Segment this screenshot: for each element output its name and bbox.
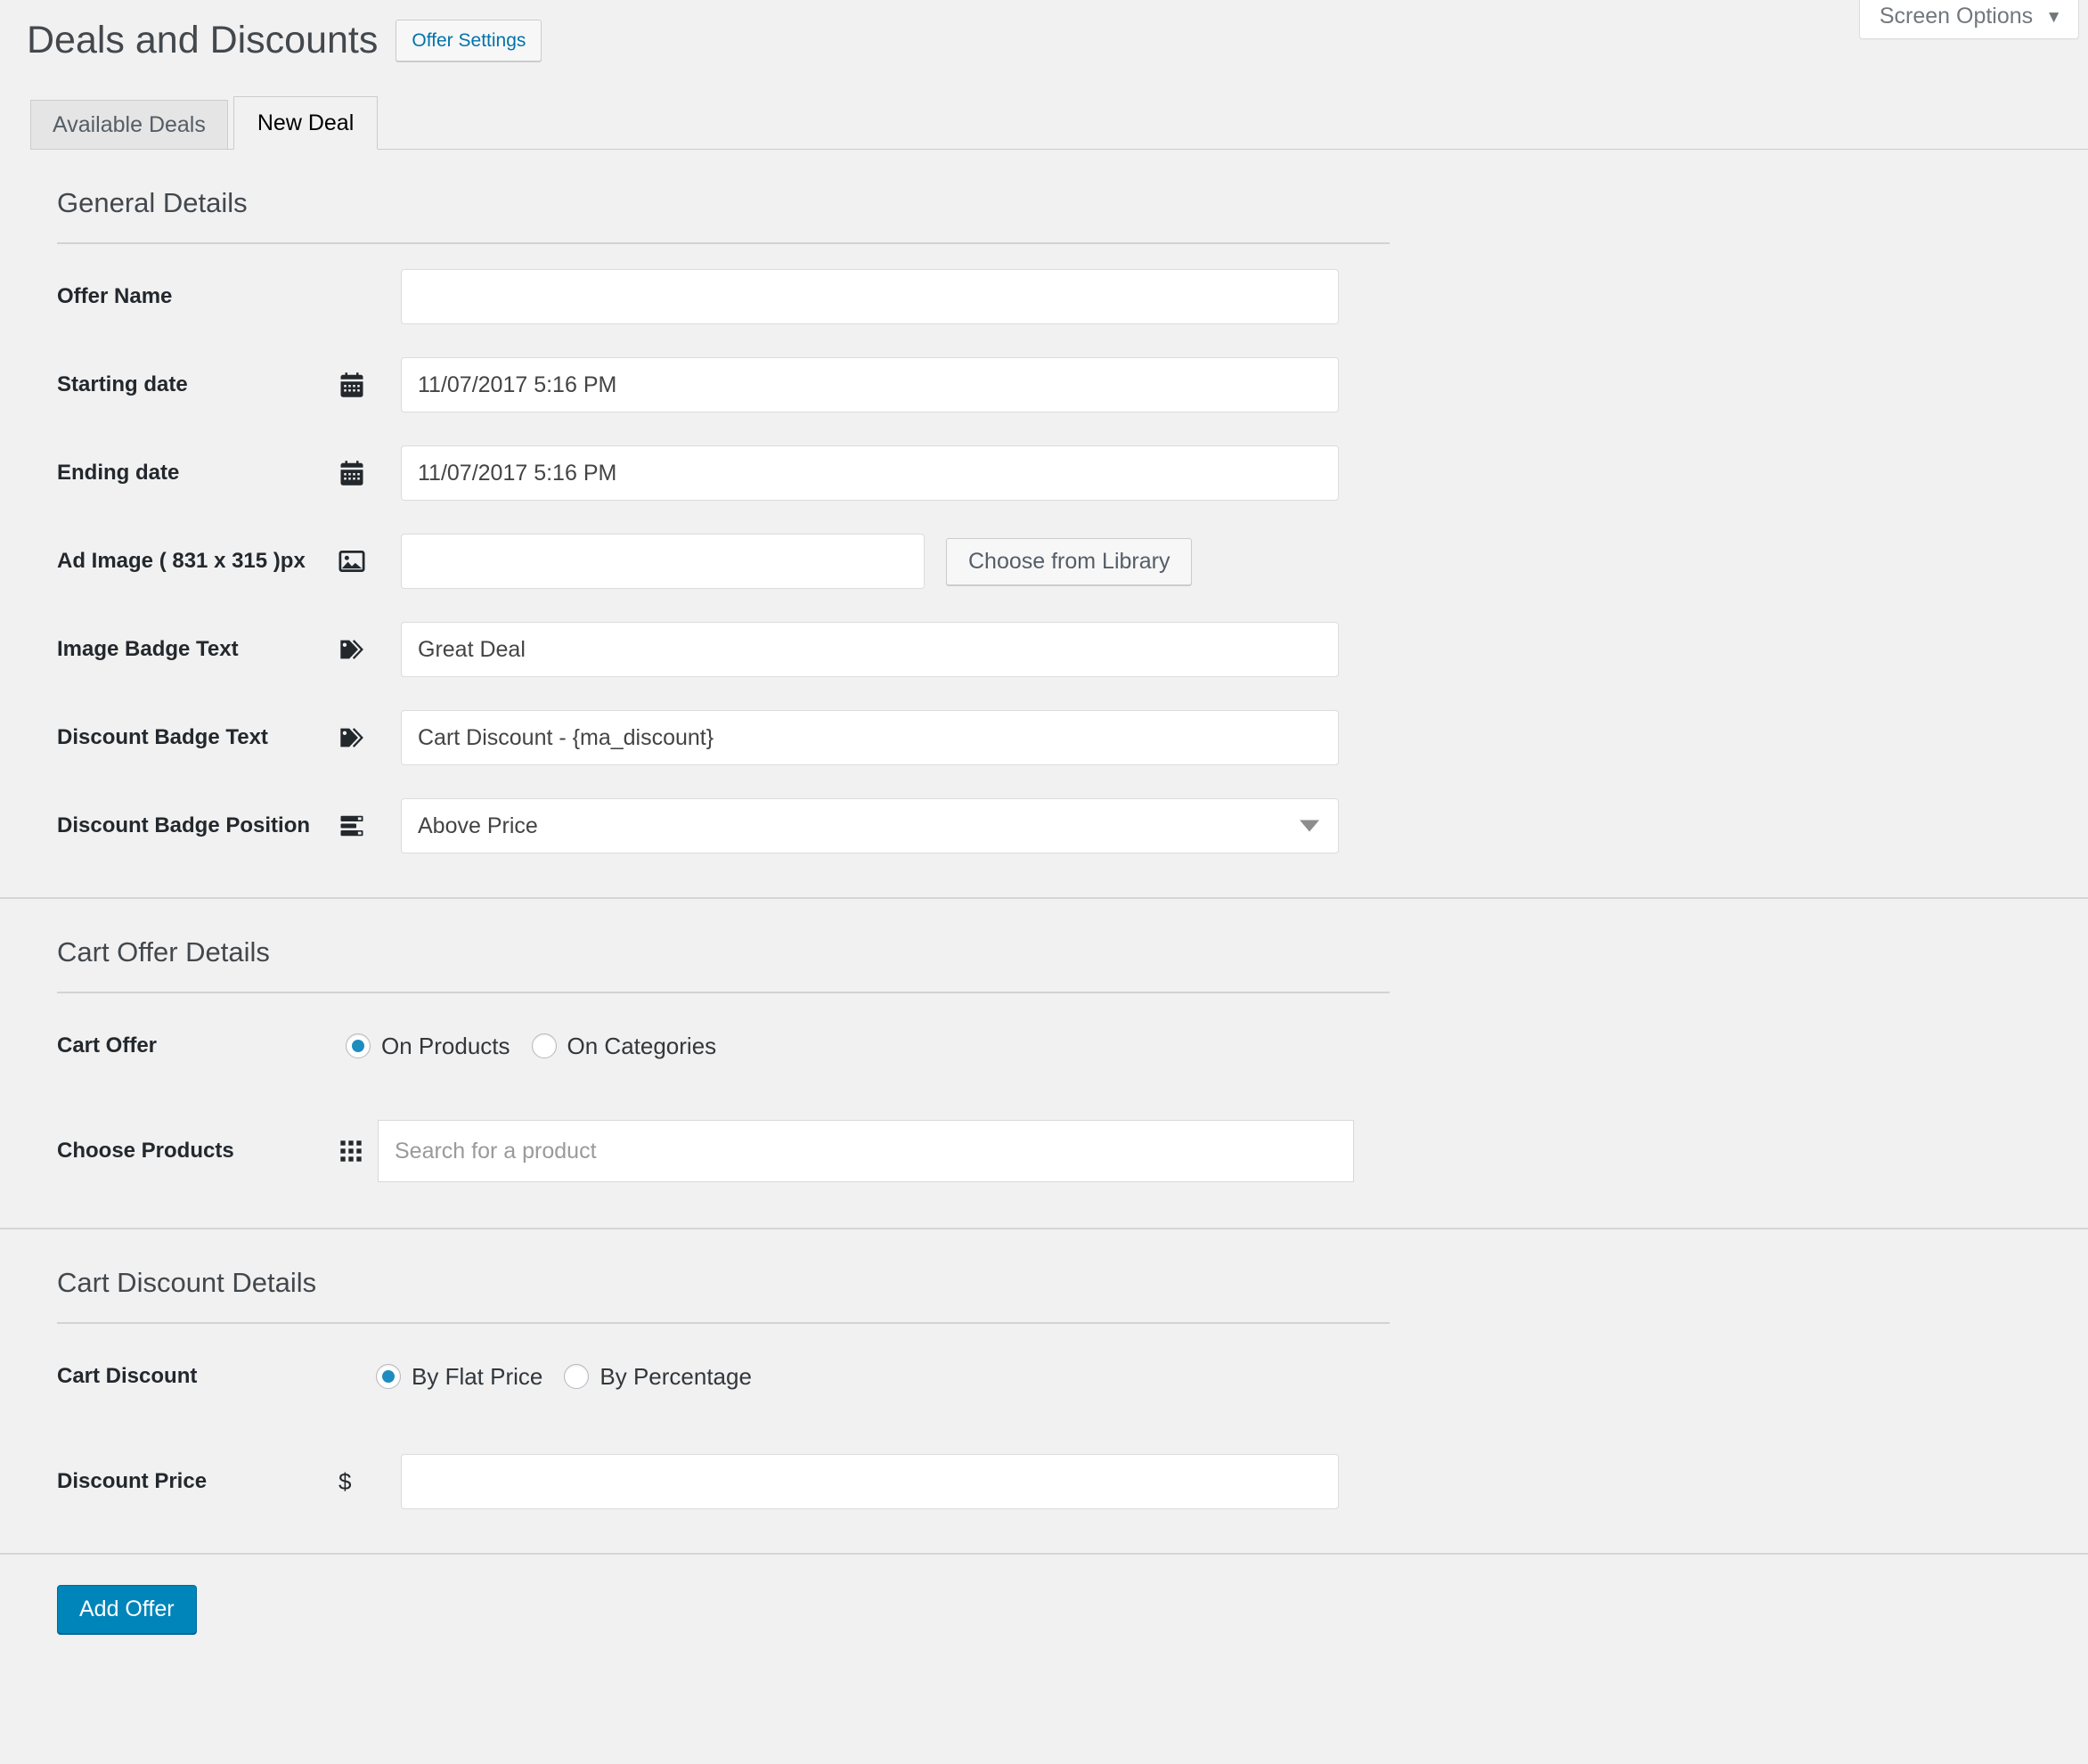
add-offer-button[interactable]: Add Offer [57, 1585, 197, 1634]
radio-indicator[interactable] [531, 1033, 557, 1058]
cart-offer-radio-group: On Products On Categories [346, 1033, 716, 1060]
section-heading-cart-discount: Cart Discount Details [57, 1267, 317, 1298]
field-row-cart-discount: Cart Discount By Flat Price By Percentag… [0, 1341, 2088, 1412]
radio-on-categories[interactable]: On Categories [531, 1032, 717, 1060]
dollar-icon: $ [338, 1468, 401, 1496]
radio-indicator[interactable] [346, 1033, 371, 1058]
calendar-icon [338, 460, 401, 486]
page-header: Deals and Discounts Offer Settings [27, 18, 542, 64]
tab-new-deal[interactable]: New Deal [232, 96, 379, 150]
radio-by-flat-price[interactable]: By Flat Price [376, 1363, 542, 1391]
field-row-ad-image: Ad Image ( 831 x 315 )px Choose from Lib… [0, 526, 2088, 597]
section-underline [57, 1322, 1390, 1324]
radio-indicator[interactable] [376, 1364, 401, 1389]
radio-label: By Flat Price [412, 1362, 543, 1390]
discount-badge-position-select[interactable] [401, 798, 1339, 853]
cart-discount-label: Cart Discount [57, 1363, 198, 1388]
starting-date-input[interactable] [401, 357, 1339, 412]
discount-badge-text-label: Discount Badge Text [57, 724, 268, 749]
section-general-details: General Details Offer Name Starting date [0, 150, 2088, 899]
form-content: General Details Offer Name Starting date [0, 150, 2088, 1634]
admin-page: Screen Options ▼ Deals and Discounts Off… [0, 0, 2088, 1764]
radio-indicator[interactable] [564, 1364, 590, 1389]
field-row-cart-offer: Cart Offer On Products On Categories [0, 1010, 2088, 1082]
tab-bar: Available Deals New Deal [30, 96, 2088, 150]
tag-icon [338, 636, 401, 663]
field-row-starting-date: Starting date [0, 349, 2088, 421]
page-title: Deals and Discounts [27, 19, 379, 61]
choose-products-label: Choose Products [57, 1138, 234, 1163]
ad-image-input[interactable] [401, 534, 925, 589]
offer-name-label: Offer Name [57, 283, 173, 308]
radio-by-percentage[interactable]: By Percentage [564, 1363, 752, 1391]
screen-options-button[interactable]: Screen Options ▼ [1858, 0, 2079, 39]
section-cart-discount-details: Cart Discount Details Cart Discount By F… [0, 1229, 2088, 1634]
chevron-down-icon: ▼ [2045, 8, 2062, 27]
section-heading-cart-offer: Cart Offer Details [57, 936, 270, 968]
discount-badge-position-select-wrapper[interactable] [401, 798, 1339, 853]
screen-options-label: Screen Options [1879, 4, 2034, 29]
radio-label: On Products [381, 1032, 510, 1059]
discount-price-label: Discount Price [57, 1468, 208, 1493]
field-row-offer-name: Offer Name [0, 261, 2088, 332]
radio-label: By Percentage [599, 1362, 752, 1390]
section-cart-offer-details: Cart Offer Details Cart Offer On Product… [0, 899, 2088, 1229]
submit-area: Add Offer [0, 1555, 2088, 1634]
currency-symbol: $ [338, 1467, 352, 1495]
radio-label: On Categories [567, 1032, 717, 1059]
section-underline [57, 242, 1390, 244]
offer-settings-button[interactable]: Offer Settings [396, 20, 542, 62]
radio-on-products[interactable]: On Products [346, 1033, 510, 1060]
starting-date-label: Starting date [57, 372, 188, 396]
section-underline [57, 992, 1390, 993]
field-row-discount-badge-text: Discount Badge Text [0, 702, 2088, 773]
discount-price-input[interactable] [401, 1454, 1339, 1509]
image-badge-text-input[interactable] [401, 622, 1339, 677]
offer-name-input[interactable] [401, 269, 1339, 324]
field-row-discount-price: Discount Price $ [0, 1446, 2088, 1517]
field-row-ending-date: Ending date [0, 437, 2088, 509]
discount-badge-position-label: Discount Badge Position [57, 813, 311, 837]
ad-image-label: Ad Image ( 831 x 315 )px [57, 548, 306, 573]
ending-date-label: Ending date [57, 460, 180, 485]
tag-icon [338, 724, 401, 751]
cart-offer-label: Cart Offer [57, 1033, 158, 1058]
ending-date-input[interactable] [401, 445, 1339, 501]
grid-icon [338, 1139, 378, 1164]
tab-available-deals[interactable]: Available Deals [30, 100, 228, 150]
image-icon [338, 548, 401, 575]
choose-products-search-input[interactable] [378, 1120, 1354, 1182]
section-heading-general: General Details [57, 187, 248, 218]
image-badge-text-label: Image Badge Text [57, 636, 239, 661]
list-icon [338, 813, 401, 839]
calendar-icon [338, 372, 401, 398]
discount-badge-text-input[interactable] [401, 710, 1339, 765]
choose-from-library-button[interactable]: Choose from Library [946, 537, 1193, 585]
field-row-image-badge-text: Image Badge Text [0, 614, 2088, 685]
cart-discount-radio-group: By Flat Price By Percentage [376, 1363, 752, 1391]
field-row-choose-products: Choose Products [0, 1115, 2088, 1187]
field-row-discount-badge-position: Discount Badge Position [0, 790, 2088, 862]
